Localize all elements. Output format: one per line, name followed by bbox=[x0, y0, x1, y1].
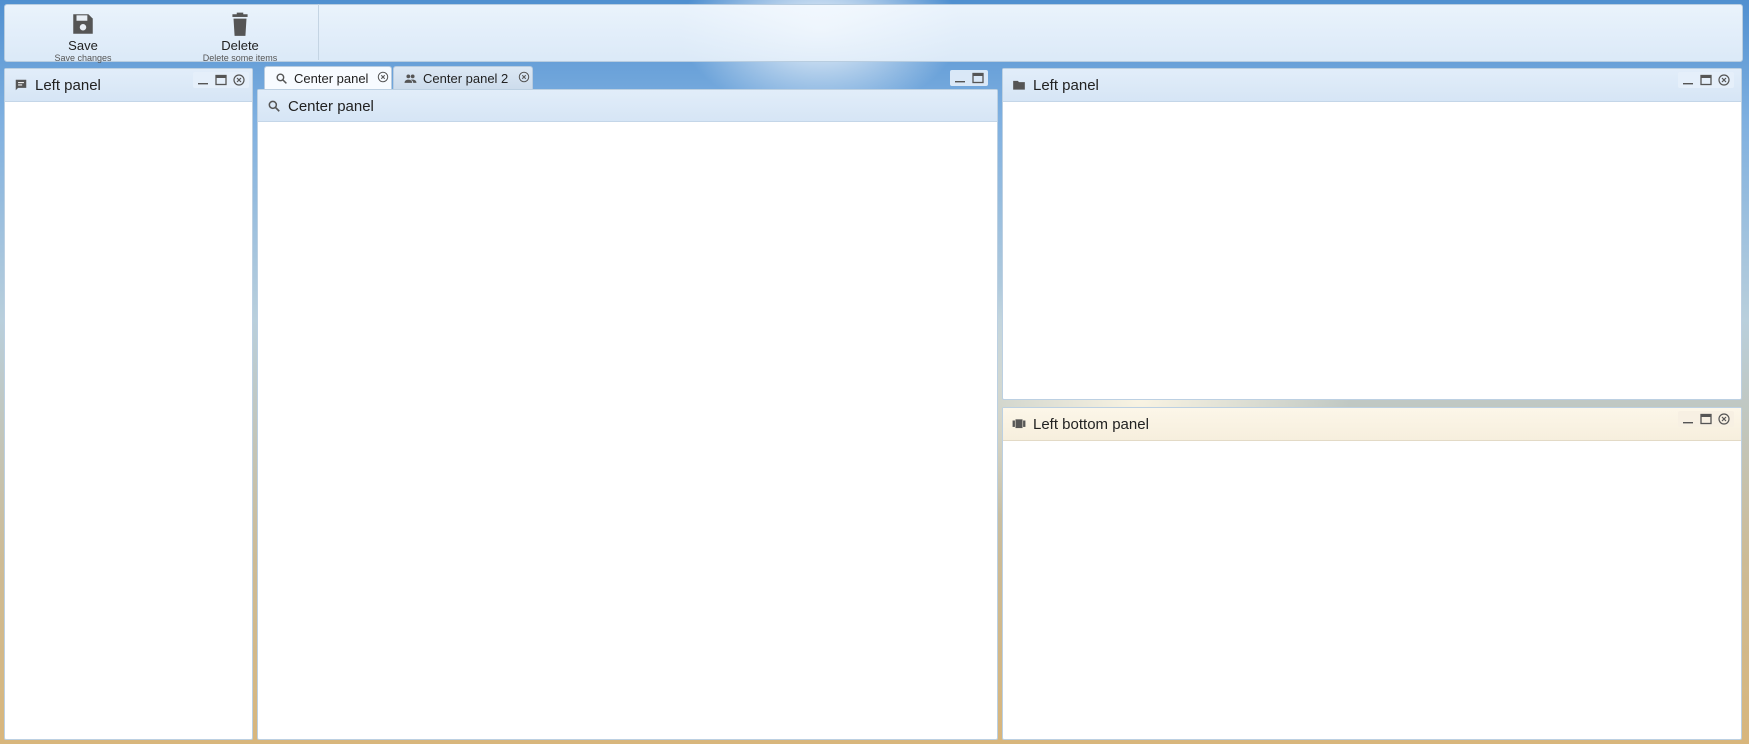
minimize-icon[interactable] bbox=[953, 71, 967, 85]
left-panel-window-controls bbox=[193, 72, 249, 88]
center-panel: Center panel bbox=[257, 89, 998, 740]
minimize-icon[interactable] bbox=[1681, 412, 1695, 426]
right-bottom-panel-title: Left bottom panel bbox=[1033, 416, 1149, 433]
left-panel-title: Left panel bbox=[35, 77, 101, 94]
tab-center-panel-2[interactable]: Center panel 2 bbox=[393, 66, 533, 89]
tab-close-icon[interactable] bbox=[377, 71, 389, 83]
maximize-icon[interactable] bbox=[214, 73, 228, 87]
center-tabbar-window-controls bbox=[950, 70, 988, 86]
close-icon[interactable] bbox=[232, 73, 246, 87]
left-panel-header: Left panel bbox=[5, 69, 252, 102]
right-bottom-panel-window-controls bbox=[1678, 411, 1734, 427]
close-icon[interactable] bbox=[1717, 73, 1731, 87]
save-button[interactable]: Save Save changes bbox=[23, 5, 143, 63]
view-carousel-icon bbox=[1012, 419, 1026, 429]
center-panel-header: Center panel bbox=[258, 90, 997, 122]
floppy-disk-icon bbox=[73, 14, 93, 34]
right-bottom-panel-header: Left bottom panel bbox=[1003, 408, 1741, 441]
center-tab-bar: Center panel Center panel 2 bbox=[256, 66, 998, 90]
right-top-panel-title: Left panel bbox=[1033, 77, 1099, 94]
toolbar-separator bbox=[318, 4, 319, 60]
maximize-icon[interactable] bbox=[971, 71, 985, 85]
tab-close-icon[interactable] bbox=[518, 71, 530, 83]
right-bottom-panel: Left bottom panel bbox=[1002, 407, 1742, 740]
minimize-icon[interactable] bbox=[1681, 73, 1695, 87]
people-icon bbox=[404, 74, 417, 83]
save-label: Save bbox=[68, 38, 98, 53]
trash-icon bbox=[232, 12, 248, 36]
maximize-icon[interactable] bbox=[1699, 73, 1713, 87]
search-icon bbox=[276, 73, 287, 84]
left-panel: Left panel bbox=[4, 68, 253, 740]
chat-bubble-icon bbox=[15, 79, 27, 91]
tab-label: Center panel 2 bbox=[423, 71, 509, 86]
center-panel-title: Center panel bbox=[288, 98, 374, 115]
save-sublabel: Save changes bbox=[54, 53, 112, 63]
toolbar: Save Save changes Delete Delete some ite… bbox=[4, 4, 1743, 63]
delete-label: Delete bbox=[221, 38, 259, 53]
close-icon[interactable] bbox=[1717, 412, 1731, 426]
tab-label: Center panel bbox=[294, 71, 369, 86]
right-top-panel-window-controls bbox=[1678, 72, 1734, 88]
folder-icon bbox=[1013, 80, 1025, 90]
right-top-panel: Left panel bbox=[1002, 68, 1742, 400]
right-top-panel-header: Left panel bbox=[1003, 69, 1741, 102]
maximize-icon[interactable] bbox=[1699, 412, 1713, 426]
tab-center-panel[interactable]: Center panel bbox=[264, 66, 392, 89]
search-icon bbox=[268, 100, 280, 112]
delete-sublabel: Delete some items bbox=[202, 53, 278, 63]
delete-button[interactable]: Delete Delete some items bbox=[180, 5, 300, 63]
minimize-icon[interactable] bbox=[196, 73, 210, 87]
